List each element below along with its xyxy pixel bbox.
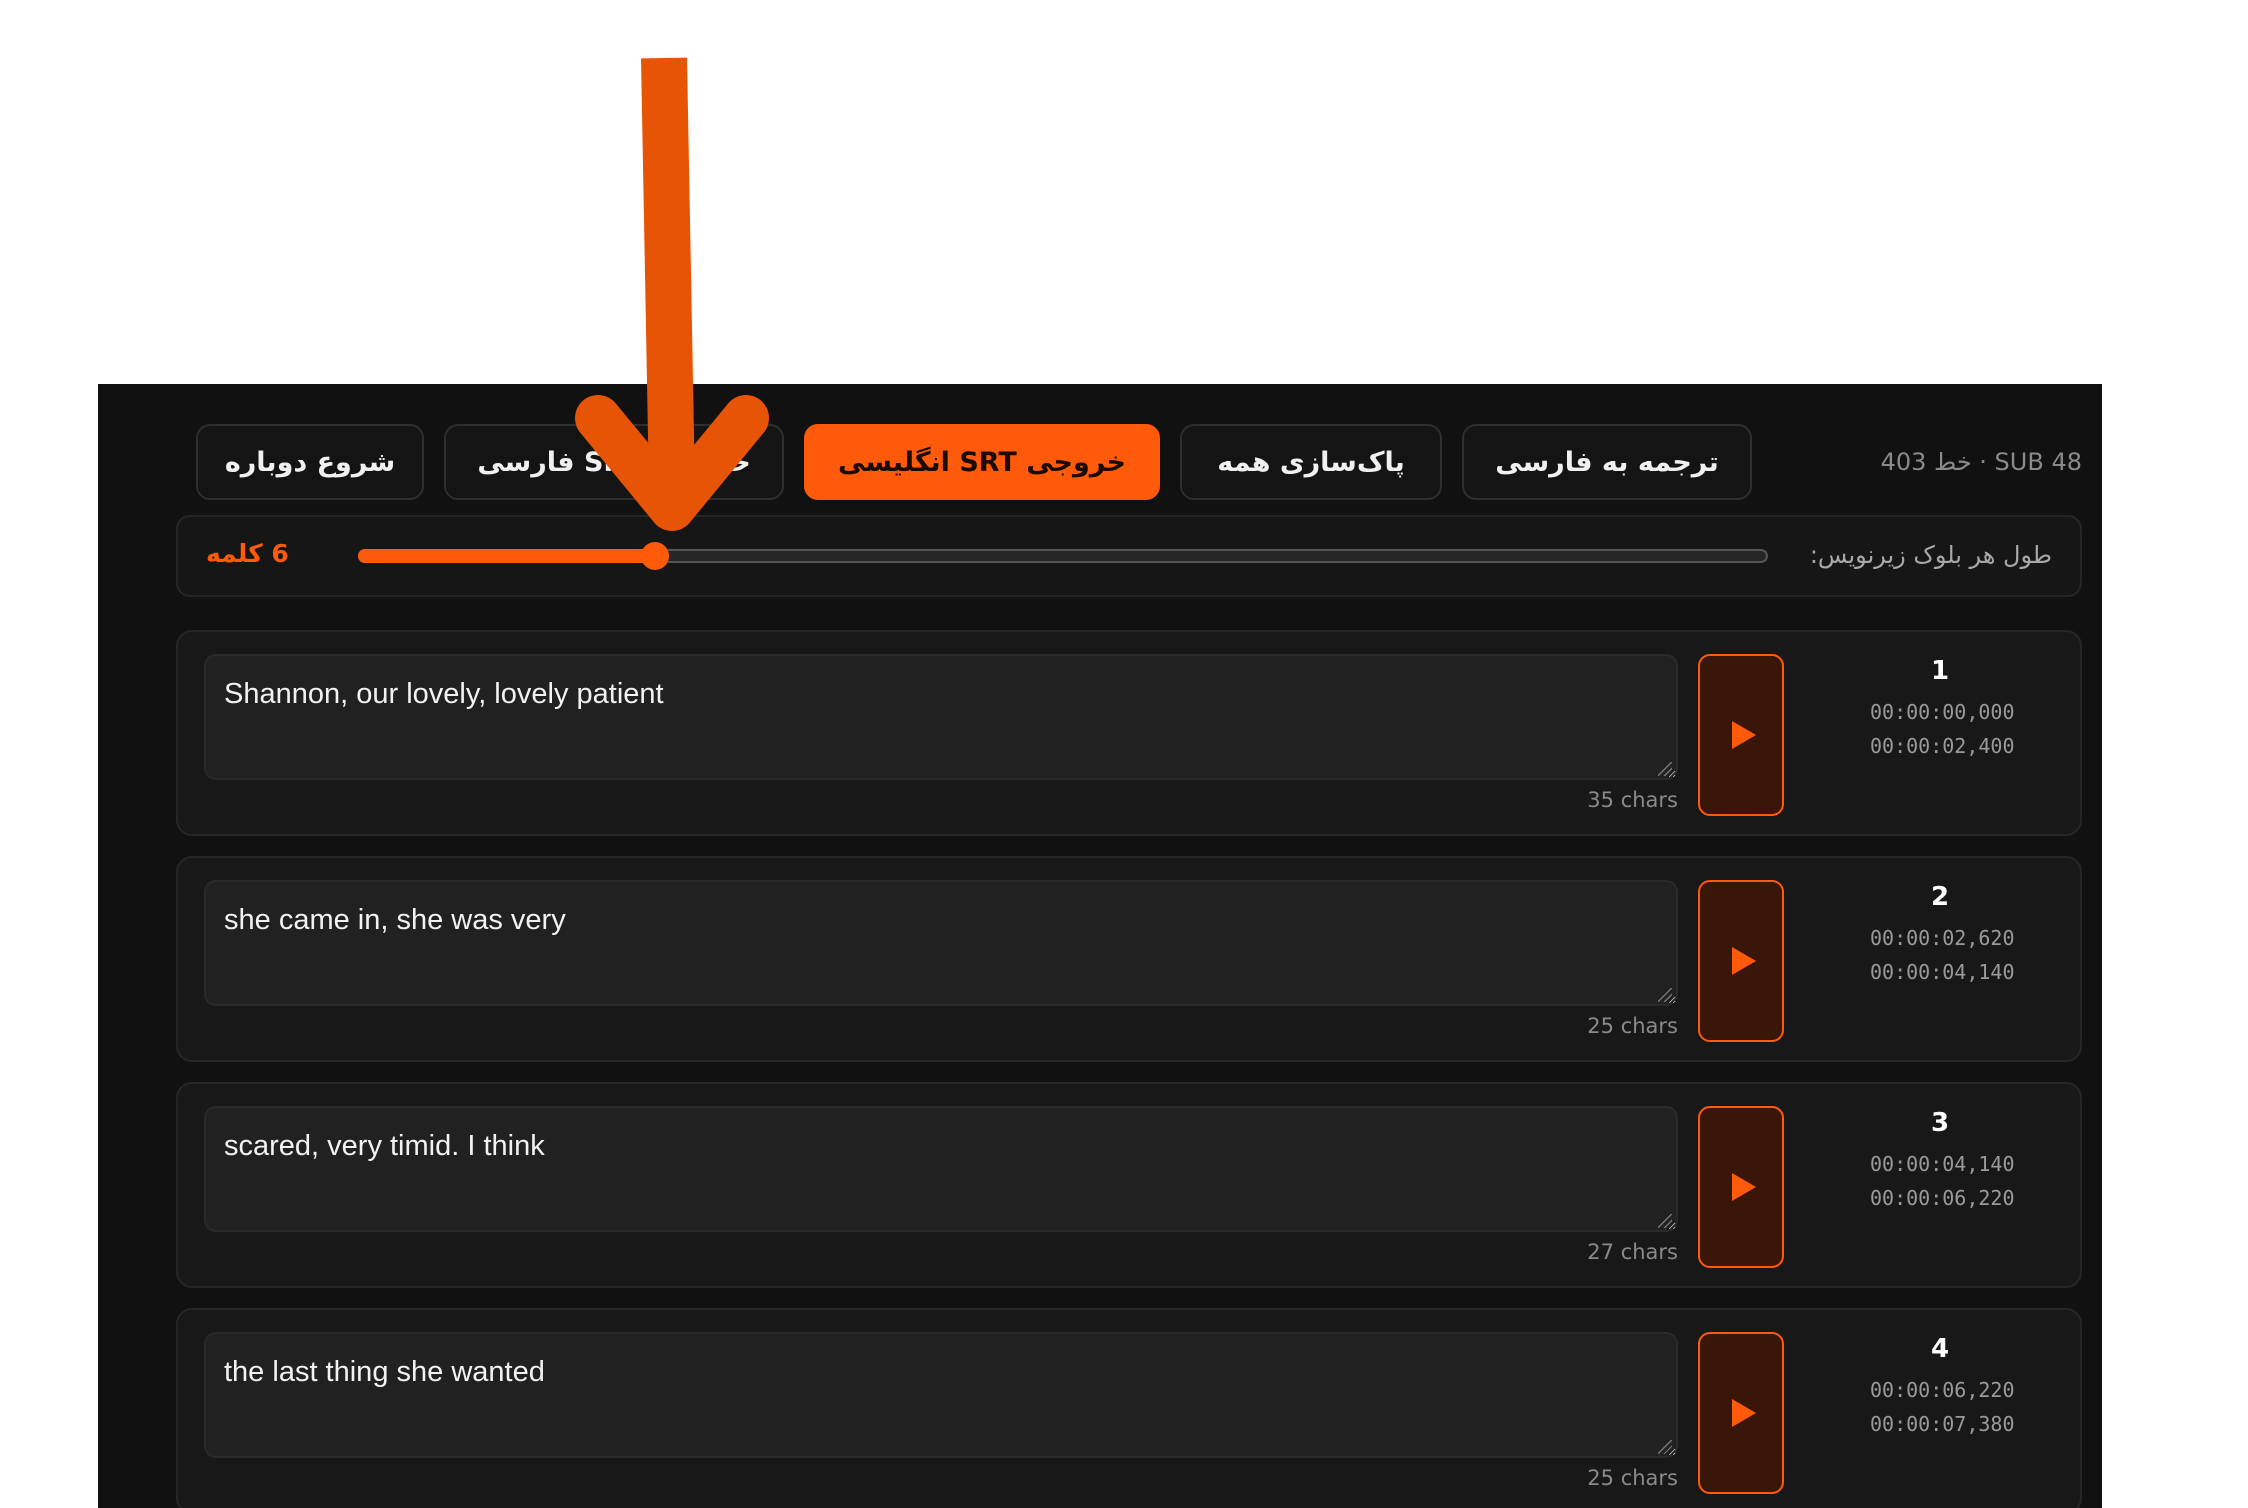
translate-to-persian-button[interactable]: ترجمه به فارسی <box>1462 424 1752 500</box>
char-count: 35 chars <box>1587 788 1678 812</box>
subtitle-text-input[interactable]: Shannon, our lovely, lovely patient <box>204 654 1678 780</box>
play-button[interactable] <box>1698 1332 1784 1494</box>
subtitle-editor-app: 403 خط · SUB 48 ترجمه به فارسی پاک‌سازی … <box>98 384 2102 1508</box>
play-icon <box>1732 721 1756 749</box>
block-length-value: 6 کلمه <box>206 539 289 568</box>
play-button[interactable] <box>1698 880 1784 1042</box>
subtitle-card: 1 00:00:00,000 00:00:02,400 Shannon, our… <box>176 630 2082 836</box>
line-stats: 403 خط · SUB 48 <box>1880 448 2082 476</box>
block-length-panel: طول هر بلوک زیرنویس: 6 کلمه <box>176 515 2082 597</box>
export-english-srt-button[interactable]: خروجی SRT انگلیسی <box>804 424 1160 500</box>
subtitle-card: 3 00:00:04,140 00:00:06,220 scared, very… <box>176 1082 2082 1288</box>
char-count: 25 chars <box>1587 1466 1678 1490</box>
play-button[interactable] <box>1698 1106 1784 1268</box>
subtitle-text-input[interactable]: scared, very timid. I think <box>204 1106 1678 1232</box>
subtitle-end-time: 00:00:07,380 <box>1870 1412 2015 1436</box>
block-length-slider[interactable] <box>358 542 1768 570</box>
export-persian-srt-button[interactable]: خروجی SRT فارسی <box>444 424 784 500</box>
block-length-label: طول هر بلوک زیرنویس: <box>1809 541 2052 569</box>
resize-grip-icon[interactable] <box>1658 762 1672 776</box>
subtitle-list: 1 00:00:00,000 00:00:02,400 Shannon, our… <box>176 630 2082 1508</box>
slider-thumb[interactable] <box>641 542 670 570</box>
play-icon <box>1732 1399 1756 1427</box>
subtitle-start-time: 00:00:00,000 <box>1870 700 2015 724</box>
subtitle-start-time: 00:00:02,620 <box>1870 926 2015 950</box>
resize-grip-icon[interactable] <box>1658 988 1672 1002</box>
subtitle-end-time: 00:00:02,400 <box>1870 734 2015 758</box>
subtitle-card: 2 00:00:02,620 00:00:04,140 she came in,… <box>176 856 2082 1062</box>
char-count: 27 chars <box>1587 1240 1678 1264</box>
slider-fill <box>358 549 656 563</box>
restart-button[interactable]: شروع دوباره <box>196 424 424 500</box>
subtitle-index: 2 <box>1930 882 1950 912</box>
subtitle-end-time: 00:00:06,220 <box>1870 1186 2015 1210</box>
subtitle-start-time: 00:00:06,220 <box>1870 1378 2015 1402</box>
subtitle-start-time: 00:00:04,140 <box>1870 1152 2015 1176</box>
play-icon <box>1732 1173 1756 1201</box>
play-icon <box>1732 947 1756 975</box>
char-count: 25 chars <box>1587 1014 1678 1038</box>
subtitle-text-input[interactable]: she came in, she was very <box>204 880 1678 1006</box>
resize-grip-icon[interactable] <box>1658 1214 1672 1228</box>
subtitle-index: 1 <box>1930 656 1950 686</box>
subtitle-text-input[interactable]: the last thing she wanted <box>204 1332 1678 1458</box>
subtitle-card: 4 00:00:06,220 00:00:07,380 the last thi… <box>176 1308 2082 1508</box>
subtitle-end-time: 00:00:04,140 <box>1870 960 2015 984</box>
toolbar: 403 خط · SUB 48 ترجمه به فارسی پاک‌سازی … <box>176 424 2082 500</box>
play-button[interactable] <box>1698 654 1784 816</box>
subtitle-index: 3 <box>1930 1108 1950 1138</box>
clear-all-button[interactable]: پاک‌سازی همه <box>1180 424 1442 500</box>
subtitle-index: 4 <box>1930 1334 1950 1364</box>
resize-grip-icon[interactable] <box>1658 1440 1672 1454</box>
